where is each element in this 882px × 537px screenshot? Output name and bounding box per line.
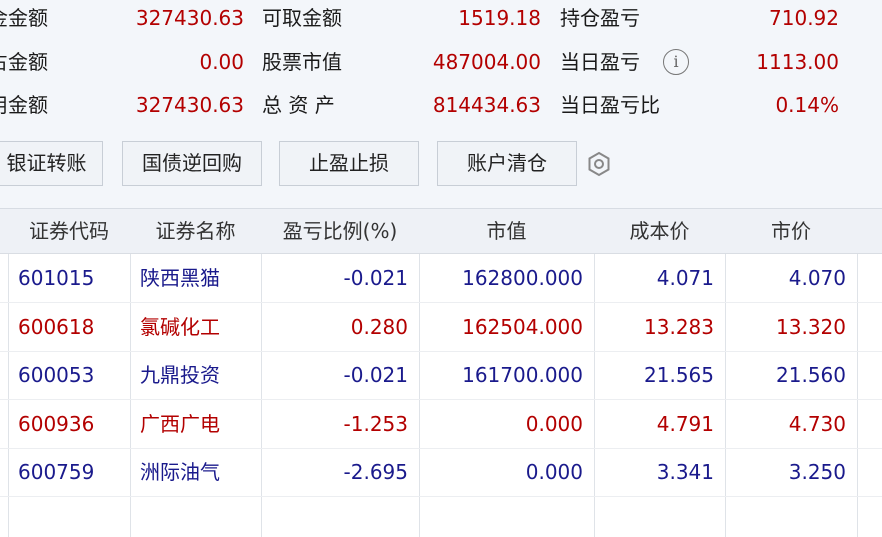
- summary-label: 可取金额: [262, 6, 342, 30]
- summary-row: 用金额 327430.63 总 资 产 814434.63 当日盈亏比 0.14…: [0, 84, 882, 126]
- cell-price: 13.320: [776, 314, 846, 339]
- header-market-value[interactable]: 市值: [419, 209, 594, 253]
- cell-code: 600759: [18, 460, 95, 484]
- cell-name: 广西广电: [140, 411, 220, 436]
- summary-value: 1113.00: [756, 50, 839, 74]
- header-cost[interactable]: 成本价: [594, 209, 725, 253]
- table-header: 证券代码 证券名称 盈亏比例(%) 市值 成本价 市价: [0, 209, 882, 254]
- cell-name: 陕西黑猫: [140, 266, 220, 290]
- cell-cost: 4.791: [656, 411, 714, 436]
- summary-value: 1519.18: [458, 6, 541, 30]
- cell-price: 4.070: [788, 266, 846, 290]
- cell-cost: 4.071: [656, 266, 714, 290]
- cell-name: 洲际油气: [140, 460, 220, 484]
- summary-value: 0.14%: [775, 93, 839, 117]
- cell-cost: 21.565: [644, 363, 714, 387]
- cell-code: 600936: [18, 411, 95, 436]
- cell-name: 九鼎投资: [140, 363, 220, 387]
- summary-value: 487004.00: [432, 50, 541, 74]
- table-row[interactable]: 601015 陕西黑猫 -0.021 162800.000 4.071 4.070: [0, 254, 882, 303]
- summary-label: 当日盈亏: [560, 50, 640, 74]
- header-pnl-ratio[interactable]: 盈亏比例(%): [261, 209, 419, 253]
- take-profit-stop-loss-button[interactable]: 止盈止损: [279, 141, 419, 186]
- header-price[interactable]: 市价: [725, 209, 857, 253]
- table-row[interactable]: 600936 广西广电 -1.253 0.000 4.791 4.730: [0, 400, 882, 449]
- cell-market-value: 162504.000: [462, 314, 583, 339]
- cell-price: 4.730: [788, 411, 846, 436]
- summary-label: 占金额: [0, 50, 48, 74]
- info-icon[interactable]: i: [663, 49, 689, 75]
- summary-label: 用金额: [0, 93, 48, 117]
- summary-label: 股票市值: [262, 50, 342, 74]
- cell-market-value: 0.000: [525, 460, 583, 484]
- summary-value: 814434.63: [432, 93, 541, 117]
- summary-label: 持仓盈亏: [560, 6, 640, 30]
- clear-account-button[interactable]: 账户清仓: [437, 141, 577, 186]
- positions-table: 证券代码 证券名称 盈亏比例(%) 市值 成本价 市价 601015 陕西黑猫 -0…: [0, 208, 882, 537]
- cell-code: 600053: [18, 363, 95, 387]
- cell-price: 3.250: [788, 460, 846, 484]
- cell-cost: 3.341: [656, 460, 714, 484]
- cell-code: 600618: [18, 314, 95, 339]
- header-name[interactable]: 证券名称: [130, 209, 261, 253]
- bank-transfer-button[interactable]: 银证转账: [0, 141, 103, 186]
- cell-market-value: 161700.000: [462, 363, 583, 387]
- summary-label: 金金额: [0, 6, 48, 30]
- settings-icon[interactable]: [586, 151, 612, 177]
- summary-value: 0.00: [199, 50, 244, 74]
- account-summary: 金金额 327430.63 可取金额 1519.18 持仓盈亏 710.92 占…: [0, 0, 882, 126]
- cell-price: 21.560: [776, 363, 846, 387]
- header-code[interactable]: 证券代码: [8, 209, 130, 253]
- table-row[interactable]: 600759 洲际油气 -2.695 0.000 3.341 3.250: [0, 448, 882, 497]
- summary-value: 710.92: [769, 6, 839, 30]
- cell-market-value: 162800.000: [462, 266, 583, 290]
- table-row[interactable]: 600053 九鼎投资 -0.021 161700.000 21.565 21.560: [0, 351, 882, 400]
- cell-pnl-ratio: 0.280: [350, 314, 408, 339]
- summary-value: 327430.63: [135, 93, 244, 117]
- cell-pnl-ratio: -0.021: [343, 363, 408, 387]
- cell-market-value: 0.000: [525, 411, 583, 436]
- summary-row: 占金额 0.00 股票市值 487004.00 当日盈亏 1113.00: [0, 41, 882, 83]
- reverse-repo-button[interactable]: 国债逆回购: [122, 141, 262, 186]
- summary-label: 当日盈亏比: [560, 93, 660, 117]
- cell-code: 601015: [18, 266, 95, 290]
- summary-row: 金金额 327430.63 可取金额 1519.18 持仓盈亏 710.92: [0, 0, 882, 39]
- cell-pnl-ratio: -1.253: [343, 411, 408, 436]
- cell-pnl-ratio: -0.021: [343, 266, 408, 290]
- cell-cost: 13.283: [644, 314, 714, 339]
- summary-label: 总 资 产: [262, 93, 335, 117]
- summary-value: 327430.63: [135, 6, 244, 30]
- table-row[interactable]: 600618 氯碱化工 0.280 162504.000 13.283 13.320: [0, 303, 882, 352]
- cell-pnl-ratio: -2.695: [343, 460, 408, 484]
- cell-name: 氯碱化工: [140, 314, 220, 339]
